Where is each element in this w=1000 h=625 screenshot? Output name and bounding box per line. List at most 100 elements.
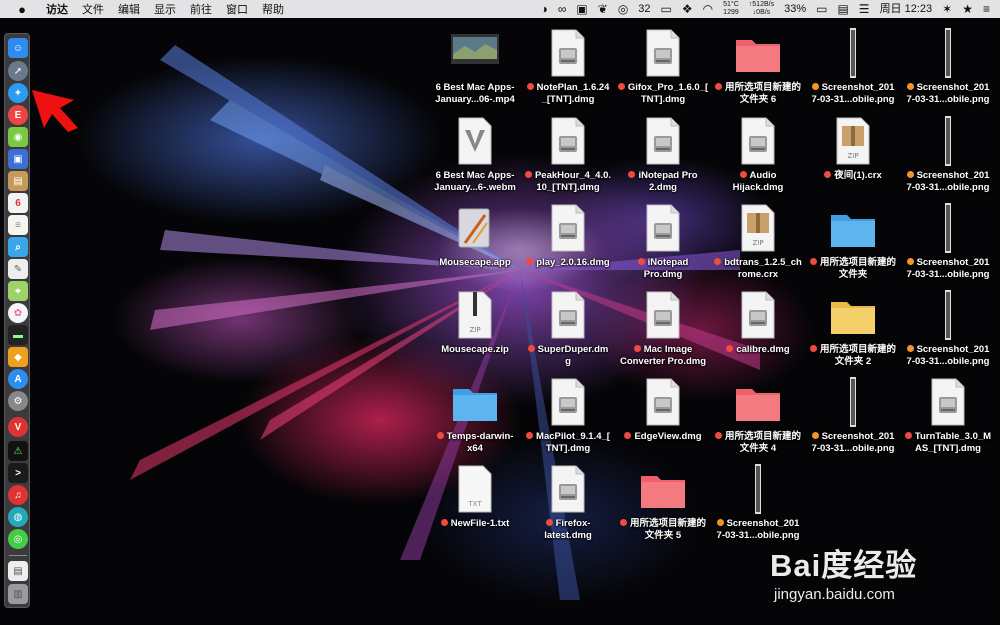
bird-icon[interactable]: ❦: [598, 0, 608, 18]
file-play[interactable]: play_2.0.16.dmg: [520, 203, 616, 289]
clock[interactable]: 周日 12:23: [880, 0, 933, 18]
screenshot-thumbnail-icon[interactable]: [738, 464, 778, 514]
file-superduper[interactable]: SuperDuper.dm g: [520, 290, 616, 376]
folder-icon[interactable]: [734, 34, 780, 84]
file-yejian[interactable]: ZIP 夜间(1).crx: [805, 116, 901, 202]
menu-view[interactable]: 显示: [154, 1, 176, 17]
file-gifox[interactable]: Gifox_Pro_1.6.0_[TNT].dmg: [615, 28, 711, 114]
screenshot-thumbnail-icon[interactable]: [928, 290, 968, 340]
android-icon[interactable]: ◉: [8, 127, 28, 147]
notification-center-icon[interactable]: ≡: [983, 0, 990, 18]
wechat-icon[interactable]: ◎: [618, 0, 628, 18]
dmg-file-icon[interactable]: [643, 28, 683, 78]
file-folder4[interactable]: 用所选项目新建的 文件夹 4: [710, 377, 806, 463]
file-shot6[interactable]: Screenshot_201 7-03-31...obile.png: [805, 377, 901, 463]
file-folder[interactable]: 用所选项目新建的 文件夹: [805, 203, 901, 289]
file-calibre[interactable]: calibre.dmg: [710, 290, 806, 376]
toggle-icon[interactable]: ◑: [541, 0, 548, 18]
system-preferences-icon[interactable]: ⚙: [8, 391, 28, 411]
dmg-file-icon[interactable]: [548, 116, 588, 166]
file-shot7[interactable]: Screenshot_201 7-03-31...obile.png: [710, 464, 806, 550]
screenshot-thumbnail-icon[interactable]: [928, 116, 968, 166]
file-inotepad[interactable]: iNotepad Pro.dmg: [615, 203, 711, 289]
file-folder5[interactable]: 用所选项目新建的 文件夹 5: [615, 464, 711, 550]
dmg-file-icon[interactable]: [643, 203, 683, 253]
teal-app-icon[interactable]: ◍: [8, 507, 28, 527]
folder-icon[interactable]: [451, 383, 497, 433]
txt-file-icon[interactable]: TXT: [455, 464, 495, 514]
file-inotepad2[interactable]: iNotepad Pro 2.dmg: [615, 116, 711, 202]
file-shot1[interactable]: Screenshot_201 7-03-31...obile.png: [805, 28, 901, 114]
app-store-icon[interactable]: A: [8, 369, 28, 389]
menu-window[interactable]: 窗口: [226, 1, 248, 17]
dmg-file-icon[interactable]: [643, 377, 683, 427]
trash-icon[interactable]: ▥: [8, 584, 28, 604]
screenshot-thumbnail-icon[interactable]: [833, 377, 873, 427]
search-app-icon[interactable]: ⌕: [8, 237, 28, 257]
preview-icon[interactable]: ▣: [8, 149, 28, 169]
dmg-file-icon[interactable]: [928, 377, 968, 427]
dmg-file-icon[interactable]: [548, 203, 588, 253]
file-macpilot[interactable]: MacPilot_9.1.4_[TNT].dmg: [520, 377, 616, 463]
file-folder2[interactable]: 用所选项目新建的 文件夹 2: [805, 290, 901, 376]
video-thumbnail-icon[interactable]: [451, 34, 499, 84]
menu-file[interactable]: 文件: [82, 1, 104, 17]
screenshot-thumbnail-icon[interactable]: [928, 203, 968, 253]
activity-monitor-icon[interactable]: ▬: [8, 325, 28, 345]
file-webm[interactable]: 6 Best Mac Apps- January...6-.webm: [427, 116, 523, 202]
file-firefox[interactable]: Firefox-latest.dmg: [520, 464, 616, 550]
file-shot5[interactable]: Screenshot_201 7-03-31...obile.png: [900, 290, 996, 376]
photos-icon[interactable]: ✿: [8, 303, 28, 323]
documents-stack-icon[interactable]: ▤: [8, 561, 28, 581]
folder-icon[interactable]: [829, 296, 875, 346]
folder-icon[interactable]: [639, 470, 685, 520]
grid-icon[interactable]: ❖: [682, 0, 693, 18]
file-bdtrans[interactable]: ZIP bdtrans_1.2.5_ch rome.crx: [710, 203, 806, 289]
input-method-icon[interactable]: ☰: [859, 0, 870, 18]
wechat-dock-icon[interactable]: ◎: [8, 529, 28, 549]
file-shot3[interactable]: Screenshot_201 7-03-31...obile.png: [900, 116, 996, 202]
wifi-icon[interactable]: ◠: [703, 0, 713, 18]
star-icon[interactable]: ★: [962, 0, 973, 18]
safari-icon[interactable]: ✦: [8, 83, 28, 103]
zip-box-file-icon[interactable]: ZIP: [833, 116, 873, 166]
file-mousecape-zip[interactable]: ZIP Mousecape.zip: [427, 290, 523, 376]
file-temps[interactable]: Temps-darwin-x64: [427, 377, 523, 463]
menu-edit[interactable]: 编辑: [118, 1, 140, 17]
books-icon[interactable]: ◆: [8, 347, 28, 367]
terminal-icon[interactable]: >: [8, 463, 28, 483]
netease-music-icon[interactable]: ♫: [8, 485, 28, 505]
menu-help[interactable]: 帮助: [262, 1, 284, 17]
menu-finder[interactable]: 访达: [46, 1, 68, 17]
folder-icon[interactable]: [829, 209, 875, 259]
file-folder6[interactable]: 用所选项目新建的 文件夹 6: [710, 28, 806, 114]
folder-icon[interactable]: [734, 383, 780, 433]
webm-file-icon[interactable]: [455, 116, 495, 166]
finder-icon[interactable]: ☺: [8, 38, 28, 58]
dmg-file-icon[interactable]: [738, 116, 778, 166]
file-newfile[interactable]: TXT NewFile-1.txt: [427, 464, 523, 550]
file-audiohijack[interactable]: Audio Hijack.dmg: [710, 116, 806, 202]
zip-box-file-icon[interactable]: ZIP: [738, 203, 778, 253]
app-red-icon[interactable]: E: [8, 105, 28, 125]
calendar-icon[interactable]: 6: [8, 193, 28, 213]
launchpad-icon[interactable]: ➚: [8, 61, 28, 81]
archive-icon[interactable]: ▤: [8, 171, 28, 191]
file-peakhour[interactable]: PeakHour_4_4.0. 10_[TNT].dmg: [520, 116, 616, 202]
monitor-control-icon[interactable]: ▤: [837, 0, 848, 18]
console-icon[interactable]: ⚠: [8, 441, 28, 461]
monitor-icon[interactable]: ▭: [661, 0, 672, 18]
file-shot2[interactable]: Screenshot_201 7-03-31...obile.png: [900, 28, 996, 114]
screenshot-thumbnail-icon[interactable]: [833, 28, 873, 78]
file-mousecape-app[interactable]: Mousecape.app: [427, 203, 523, 289]
dmg-file-icon[interactable]: [548, 28, 588, 78]
dmg-file-icon[interactable]: [738, 290, 778, 340]
dmg-file-icon[interactable]: [643, 290, 683, 340]
app-file-icon[interactable]: [455, 203, 495, 253]
dmg-file-icon[interactable]: [643, 116, 683, 166]
battery-icon[interactable]: ▭: [816, 0, 827, 18]
textedit-icon[interactable]: ✎: [8, 259, 28, 279]
vivaldi-icon[interactable]: V: [8, 417, 28, 437]
bluetooth-icon[interactable]: ✶: [942, 0, 952, 18]
notes-icon[interactable]: ≡: [8, 215, 28, 235]
